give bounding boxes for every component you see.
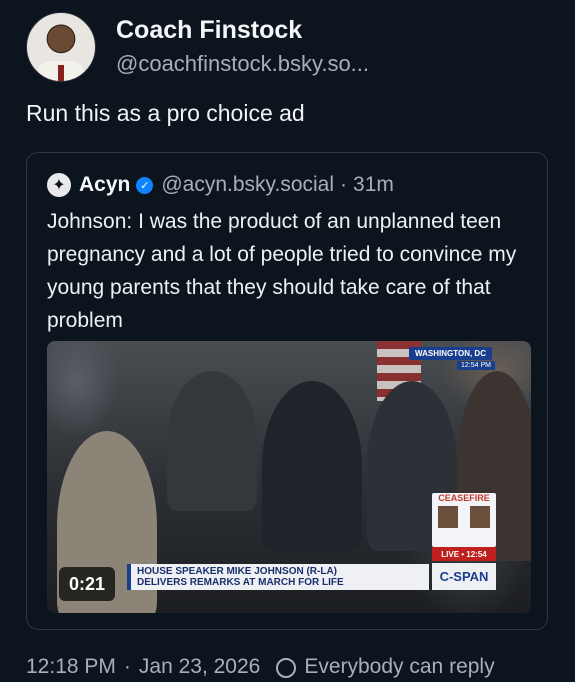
- video-side-graphic: CEASEFIRE: [432, 493, 496, 547]
- video-person-speaker: [262, 381, 362, 551]
- reply-settings-icon: [276, 658, 297, 678]
- video-chyron: HOUSE SPEAKER MIKE JOHNSON (R-LA) DELIVE…: [127, 564, 429, 590]
- side-graphic-photos: [432, 506, 496, 528]
- author-handle[interactable]: @coachfinstock.bsky.so...: [116, 49, 369, 79]
- post-footer: 12:18 PM · Jan 23, 2026 Everybody can re…: [26, 655, 495, 679]
- separator-dot: ·: [123, 655, 131, 678]
- video-location-badge: WASHINGTON, DC: [409, 347, 492, 360]
- quoted-author-name[interactable]: Acyn: [79, 173, 130, 197]
- post-header: Coach Finstock @coachfinstock.bsky.so...: [26, 12, 369, 82]
- separator-dot: ·: [340, 173, 348, 196]
- post-date: Jan 23, 2026: [138, 655, 261, 678]
- avatar-tie: [58, 65, 64, 81]
- quoted-post-time: 31m: [353, 173, 394, 196]
- network-logo: C-SPAN: [432, 563, 496, 590]
- author-names: Coach Finstock @coachfinstock.bsky.so...: [116, 15, 369, 79]
- side-graphic-word: CEASEFIRE: [438, 493, 490, 503]
- author-display-name[interactable]: Coach Finstock: [116, 15, 369, 45]
- quoted-post-text: Johnson: I was the product of an unplann…: [47, 210, 517, 332]
- video-live-indicator: LIVE • 12:54: [432, 547, 496, 561]
- video-location-time: 12:54 PM: [457, 361, 495, 370]
- author-avatar[interactable]: [26, 12, 96, 82]
- post-text: Run this as a pro choice ad: [26, 100, 305, 126]
- chyron-line-2: DELIVERS REMARKS AT MARCH FOR LIFE: [137, 577, 344, 588]
- video-player[interactable]: WASHINGTON, DC 12:54 PM CEASEFIRE LIVE •…: [47, 341, 531, 613]
- video-duration-badge: 0:21: [59, 567, 115, 601]
- chyron-line-1: HOUSE SPEAKER MIKE JOHNSON (R-LA): [137, 566, 338, 577]
- quoted-author-handle[interactable]: @acyn.bsky.social: [161, 173, 334, 197]
- video-person-back: [167, 371, 257, 511]
- quoted-post[interactable]: ✦ Acyn ✓ @acyn.bsky.social · 31m Johnson…: [26, 152, 548, 630]
- reply-setting-text[interactable]: Everybody can reply: [304, 655, 494, 679]
- post-timestamp: 12:18 PM: [26, 655, 116, 678]
- verified-check-icon: ✓: [136, 176, 154, 194]
- quoted-author-avatar[interactable]: ✦: [47, 173, 71, 197]
- quoted-post-header: ✦ Acyn ✓ @acyn.bsky.social · 31m: [47, 173, 394, 197]
